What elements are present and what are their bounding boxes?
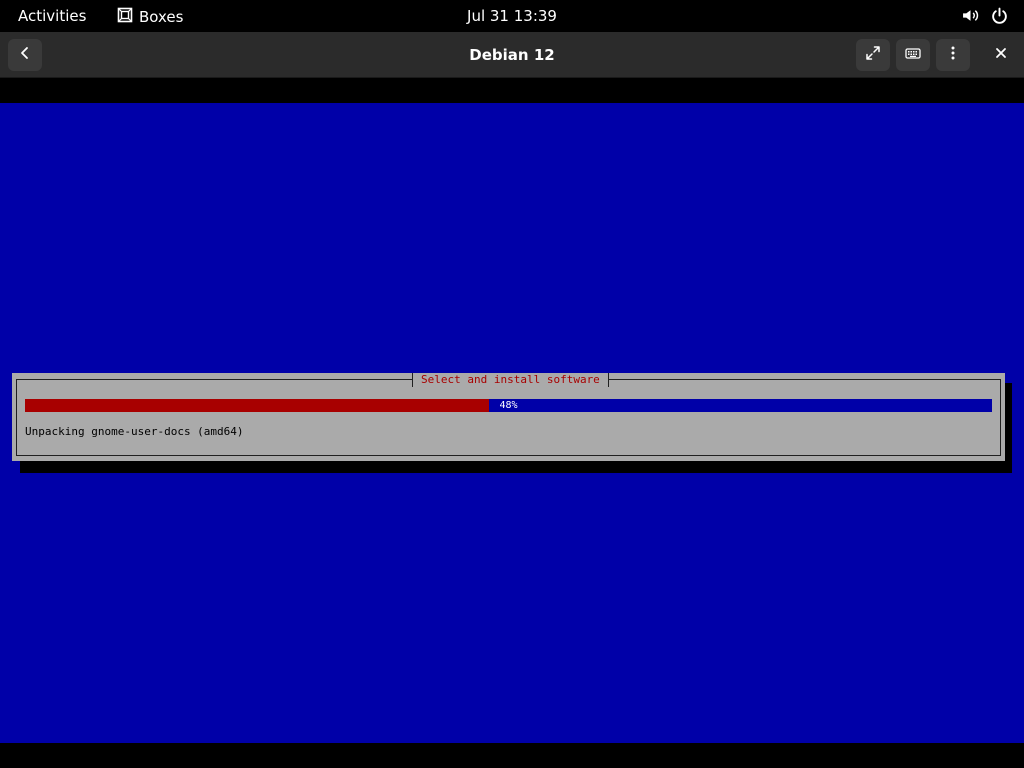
app-menu-label: Boxes bbox=[139, 8, 184, 26]
back-button[interactable] bbox=[8, 39, 42, 71]
chevron-left-icon bbox=[17, 45, 33, 65]
gnome-top-bar: Activities Boxes Jul 31 13:39 bbox=[0, 0, 1024, 32]
fullscreen-button[interactable] bbox=[856, 39, 890, 71]
close-icon bbox=[993, 45, 1009, 65]
send-keys-button[interactable] bbox=[896, 39, 930, 71]
progress-bar: 48% bbox=[25, 399, 992, 412]
boxes-icon bbox=[117, 7, 133, 27]
system-tray[interactable] bbox=[962, 7, 1008, 28]
installer-status-text: Unpacking gnome-user-docs (amd64) bbox=[25, 425, 244, 438]
vm-display-area[interactable]: Select and install software 48% Unpackin… bbox=[0, 79, 1024, 768]
installer-progress-dialog: Select and install software 48% Unpackin… bbox=[12, 373, 1005, 461]
app-menu-button[interactable]: Boxes bbox=[117, 7, 183, 27]
boxes-header-bar: Debian 12 bbox=[0, 32, 1024, 78]
progress-percent-label: 48% bbox=[499, 400, 518, 411]
vm-screen[interactable]: Select and install software 48% Unpackin… bbox=[0, 103, 1024, 743]
dialog-title: Select and install software bbox=[412, 373, 609, 387]
keyboard-icon bbox=[905, 45, 921, 65]
fullscreen-icon bbox=[865, 45, 881, 65]
power-icon[interactable] bbox=[991, 7, 1008, 28]
close-button[interactable] bbox=[984, 39, 1018, 71]
main-menu-button[interactable] bbox=[936, 39, 970, 71]
volume-icon[interactable] bbox=[962, 7, 979, 28]
clock-button[interactable]: Jul 31 13:39 bbox=[467, 7, 557, 25]
dialog-frame bbox=[16, 379, 1001, 456]
kebab-menu-icon bbox=[945, 45, 961, 65]
activities-button[interactable]: Activities bbox=[18, 7, 86, 25]
